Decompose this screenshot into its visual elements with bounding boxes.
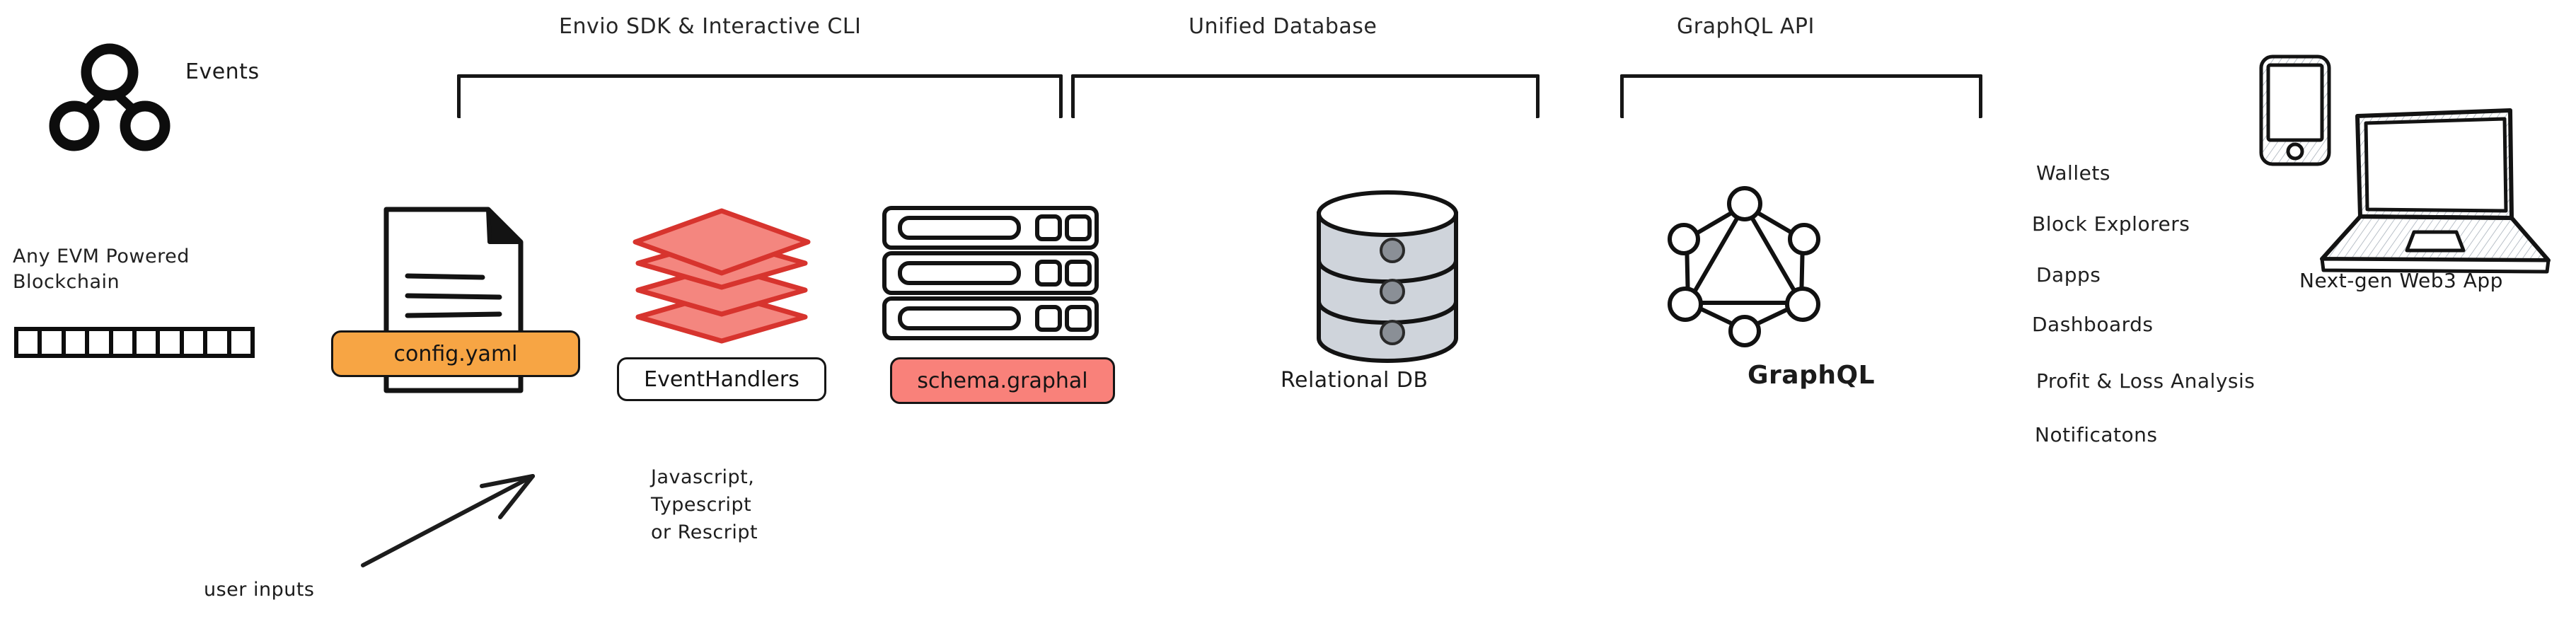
config-yaml-label: config.yaml (393, 341, 518, 366)
consumer-item-dashboards: Dashboards (2032, 313, 2154, 336)
block-cell (231, 331, 250, 354)
event-handlers-pill[interactable]: EventHandlers (617, 357, 826, 401)
events-label: Events (185, 59, 260, 84)
database-cylinder-icon (1306, 190, 1469, 366)
block-cell (184, 331, 208, 354)
block-cell (66, 331, 90, 354)
consumer-item-wallets: Wallets (2036, 161, 2110, 185)
block-cell (42, 331, 66, 354)
graphql-logo-icon (1656, 178, 1832, 347)
consumer-item-notifications: Notificatons (2035, 423, 2158, 446)
graphql-caption: GraphQL (1748, 361, 1876, 390)
group-label-database: Unified Database (1189, 14, 1377, 39)
layers-stack-icon (623, 205, 821, 347)
bracket-api (1620, 74, 1982, 118)
user-inputs-label: user inputs (204, 579, 315, 601)
devices-caption: Next-gen Web3 App (2299, 269, 2503, 292)
schema-graphal-pill[interactable]: schema.graphal (890, 357, 1115, 404)
phone-icon (2259, 54, 2331, 166)
group-label-api: GraphQL API (1677, 14, 1815, 39)
handler-languages-label: Javascript, Typescript or Rescript (651, 466, 758, 544)
arrow-up-right-icon (350, 463, 555, 577)
consumer-item-dapps: Dapps (2036, 263, 2101, 287)
block-cell (207, 331, 231, 354)
laptop-icon (2320, 108, 2551, 274)
consumer-item-profit-loss-analysis: Profit & Loss Analysis (2036, 369, 2256, 393)
database-caption: Relational DB (1281, 368, 1428, 393)
config-yaml-pill[interactable]: config.yaml (331, 330, 580, 377)
bracket-sdk (457, 74, 1063, 118)
schema-graphal-label: schema.graphal (917, 368, 1088, 393)
block-cell (18, 331, 42, 354)
block-cell (113, 331, 137, 354)
blockchain-label: Any EVM Powered Blockchain (13, 245, 190, 294)
event-handlers-label: EventHandlers (644, 366, 799, 392)
group-label-sdk: Envio SDK & Interactive CLI (559, 14, 862, 39)
blockchain-strip-icon (14, 327, 255, 358)
block-cell (89, 331, 113, 354)
architecture-diagram: Envio SDK & Interactive CLI Unified Data… (0, 0, 2576, 624)
event-tree-icon (42, 42, 177, 156)
consumer-item-block-explorers: Block Explorers (2032, 212, 2190, 236)
block-cell (137, 331, 161, 354)
server-rack-icon (879, 204, 1105, 345)
bracket-database (1071, 74, 1540, 118)
phone-and-laptop-icon (2257, 16, 2568, 313)
block-cell (160, 331, 184, 354)
